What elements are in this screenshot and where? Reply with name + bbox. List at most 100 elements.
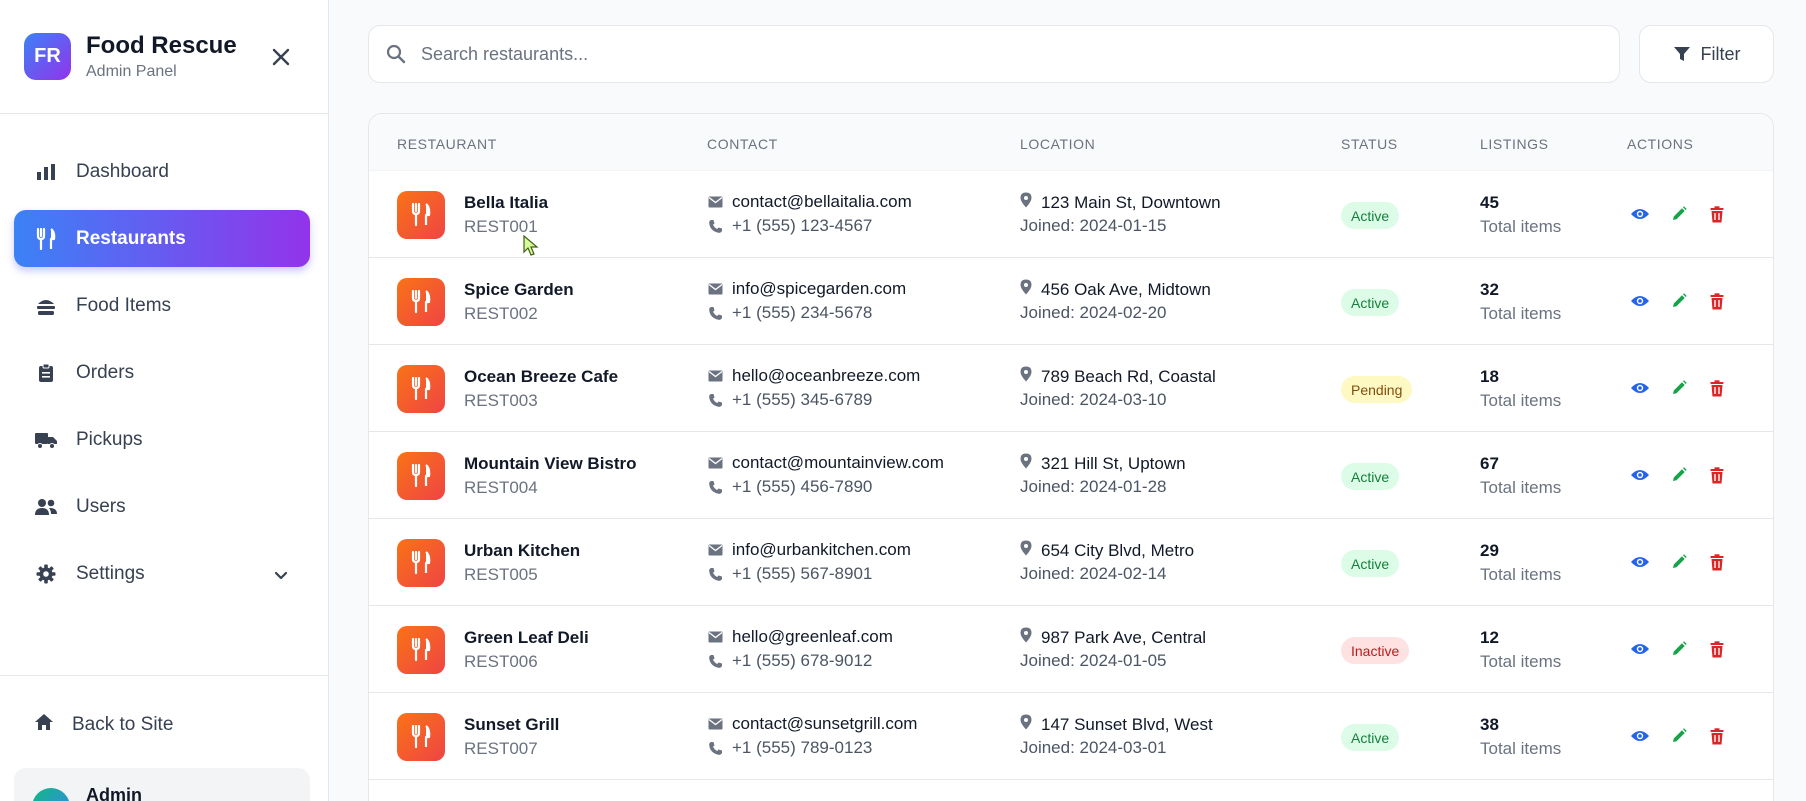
listings-label: Total items (1480, 478, 1562, 497)
pencil-icon (1673, 380, 1687, 394)
view-button[interactable] (1629, 551, 1651, 573)
view-button[interactable] (1629, 638, 1651, 660)
pencil-icon (1673, 467, 1687, 481)
delete-button[interactable] (1706, 725, 1728, 747)
edit-button[interactable] (1668, 551, 1690, 573)
trash-icon (1710, 553, 1724, 570)
sidebar-item-dashboard[interactable]: Dashboard (14, 143, 310, 200)
joined-date: Joined: 2024-02-20 (1020, 303, 1167, 322)
edit-button[interactable] (1668, 203, 1690, 225)
sidebar: FR Food Rescue Admin Panel Dashboard Res… (0, 0, 329, 801)
brand-text: Food Rescue Admin Panel (86, 32, 237, 81)
phone-icon (707, 306, 723, 321)
mail-icon (707, 631, 723, 643)
map-pin-icon (1020, 714, 1032, 735)
delete-button[interactable] (1706, 638, 1728, 660)
email-text: hello@greenleaf.com (732, 627, 893, 646)
utensils-icon (411, 725, 431, 749)
email-text: hello@oceanbreeze.com (732, 366, 921, 385)
sidebar-item-food-items[interactable]: Food Items (14, 277, 310, 334)
table-header: RESTAURANT CONTACT LOCATION STATUS LISTI… (369, 114, 1773, 171)
listings-count: 18 (1480, 367, 1499, 386)
back-to-site-link[interactable]: Back to Site (14, 696, 310, 753)
phone-icon (707, 393, 723, 408)
mail-icon (707, 457, 723, 469)
utensils-icon (411, 464, 431, 488)
main-content: Filter RESTAURANT CONTACT LOCATION STATU… (329, 0, 1806, 801)
header-contact: CONTACT (707, 136, 778, 152)
sidebar-item-restaurants[interactable]: Restaurants (14, 210, 310, 267)
edit-button[interactable] (1668, 725, 1690, 747)
table-row[interactable]: Spice Garden REST002 info@spicegarden.co… (369, 258, 1773, 345)
table-row[interactable]: Sunset Grill REST007 contact@sunsetgrill… (369, 693, 1773, 780)
view-button[interactable] (1629, 725, 1651, 747)
eye-icon (1631, 209, 1649, 219)
contact-phone: +1 (555) 123-4567 (707, 216, 872, 236)
email-text: info@urbankitchen.com (732, 540, 911, 559)
table-row[interactable]: Ocean Breeze Cafe REST003 hello@oceanbre… (369, 345, 1773, 432)
delete-button[interactable] (1706, 377, 1728, 399)
trash-icon (1710, 727, 1724, 744)
brand-subtitle: Admin Panel (86, 63, 177, 80)
view-button[interactable] (1629, 203, 1651, 225)
delete-button[interactable] (1706, 464, 1728, 486)
sidebar-item-users[interactable]: Users (14, 478, 310, 535)
restaurant-avatar (397, 539, 445, 587)
location-address: 456 Oak Ave, Midtown (1020, 279, 1211, 300)
back-to-site-label: Back to Site (72, 713, 174, 735)
close-sidebar-button[interactable] (268, 44, 294, 70)
pencil-icon (1673, 554, 1687, 568)
table-row[interactable]: Bella Italia REST001 contact@bellaitalia… (369, 171, 1773, 258)
sidebar-item-orders[interactable]: Orders (14, 344, 310, 401)
phone-text: +1 (555) 456-7890 (732, 477, 873, 496)
admin-profile-card[interactable]: Admin (14, 768, 310, 801)
contact-phone: +1 (555) 456-7890 (707, 477, 872, 497)
map-pin-icon (1020, 453, 1032, 474)
sidebar-item-settings[interactable]: Settings (14, 545, 310, 602)
filter-button[interactable]: Filter (1639, 25, 1774, 83)
users-icon (34, 495, 58, 519)
trash-icon (1710, 640, 1724, 657)
view-button[interactable] (1629, 377, 1651, 399)
joined-date: Joined: 2024-03-01 (1020, 738, 1167, 757)
contact-email: hello@oceanbreeze.com (707, 366, 920, 386)
table-row[interactable]: Green Leaf Deli REST006 hello@greenleaf.… (369, 606, 1773, 693)
address-text: 147 Sunset Blvd, West (1041, 714, 1213, 734)
sidebar-footer: Back to Site Admin (0, 675, 329, 801)
restaurant-avatar (397, 713, 445, 761)
table-row[interactable]: Mountain View Bistro REST004 contact@mou… (369, 432, 1773, 519)
trash-icon (1710, 292, 1724, 309)
view-button[interactable] (1629, 464, 1651, 486)
listings-label: Total items (1480, 652, 1562, 671)
mail-icon (707, 196, 723, 208)
sidebar-item-pickups[interactable]: Pickups (14, 411, 310, 468)
table-row[interactable]: Urban Kitchen REST005 info@urbankitchen.… (369, 519, 1773, 606)
delete-button[interactable] (1706, 551, 1728, 573)
view-button[interactable] (1629, 290, 1651, 312)
restaurant-code: REST001 (464, 217, 538, 236)
email-text: contact@bellaitalia.com (732, 192, 912, 211)
delete-button[interactable] (1706, 203, 1728, 225)
mail-icon (707, 283, 723, 295)
sidebar-item-label: Settings (76, 562, 145, 584)
phone-icon (707, 480, 723, 495)
joined-date: Joined: 2024-01-15 (1020, 216, 1167, 235)
restaurant-name: Green Leaf Deli (464, 628, 589, 647)
status-badge: Active (1341, 463, 1400, 490)
map-pin-icon (1020, 279, 1032, 300)
edit-button[interactable] (1668, 377, 1690, 399)
edit-button[interactable] (1668, 638, 1690, 660)
restaurant-code: REST006 (464, 652, 538, 671)
address-text: 123 Main St, Downtown (1041, 192, 1221, 212)
search-input[interactable] (421, 43, 1571, 65)
trash-icon (1710, 379, 1724, 396)
delete-button[interactable] (1706, 290, 1728, 312)
contact-email: hello@greenleaf.com (707, 627, 893, 647)
contact-email: info@spicegarden.com (707, 279, 906, 299)
address-text: 987 Park Ave, Central (1041, 627, 1207, 647)
edit-button[interactable] (1668, 464, 1690, 486)
listings-label: Total items (1480, 217, 1562, 236)
edit-button[interactable] (1668, 290, 1690, 312)
address-text: 321 Hill St, Uptown (1041, 453, 1186, 473)
location-address: 321 Hill St, Uptown (1020, 453, 1186, 474)
